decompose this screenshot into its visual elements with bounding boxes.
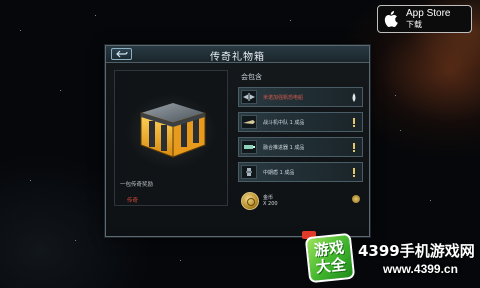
list-item[interactable]: 米诺加强帆恐电船 — [238, 87, 363, 107]
apple-icon — [384, 11, 398, 27]
app-store-badge[interactable]: App Store 下载 — [377, 5, 472, 33]
currency-name: 金币 — [263, 195, 274, 201]
currency-quantity: X 200 — [263, 201, 278, 207]
app-store-subtitle: 下载 — [406, 20, 422, 29]
list-item[interactable]: 战斗机中队 1 成品 — [238, 112, 363, 132]
drop-icon — [352, 93, 356, 102]
exclaim-icon — [353, 143, 355, 152]
dialog-titlebar: 传奇礼物箱 — [106, 46, 369, 63]
item-name: 战斗机中队 1 成品 — [263, 120, 305, 126]
list-item[interactable]: 中期盾 1 成品 — [238, 162, 363, 182]
engine-icon — [244, 145, 255, 149]
dialog-title: 传奇礼物箱 — [210, 52, 265, 63]
reward-list: 米诺加强帆恐电船 战斗机中队 1 成品 融合推进器 1 成品 中期盾 1 成品 — [238, 87, 363, 187]
legendary-gift-box-dialog: 传奇礼物箱 传奇 一包传奇奖励 会包含 米诺加强帆恐电船 战斗机中队 1 成品 … — [105, 45, 370, 237]
item-name: 融合推进器 1 成品 — [263, 145, 305, 151]
watermark-box-line2: 大全 — [314, 255, 347, 277]
watermark-logo: 游戏 大全 — [304, 232, 356, 284]
watermark-brand: 4399手机游戏网 — [358, 242, 475, 260]
app-store-title: App Store — [406, 8, 451, 19]
watermark-url: www.4399.cn — [383, 262, 458, 276]
ship-icon — [243, 93, 255, 101]
shield-module-icon — [246, 168, 252, 176]
list-item[interactable]: 融合推进器 1 成品 — [238, 137, 363, 157]
currency-reward: 金币 X 200 — [239, 191, 364, 213]
fighter-icon — [243, 120, 255, 124]
exclaim-icon — [353, 168, 355, 177]
item-name: 中期盾 1 成品 — [263, 170, 295, 176]
reward-description: 一包传奇奖励 — [120, 182, 154, 188]
gold-icon — [352, 195, 360, 203]
contains-label: 会包含 — [241, 73, 262, 81]
exclaim-icon — [353, 118, 355, 127]
rarity-label: 传奇 — [127, 198, 139, 204]
treasure-chest-icon — [140, 103, 206, 158]
item-name: 米诺加强帆恐电船 — [263, 95, 304, 101]
coin-icon — [241, 192, 259, 210]
